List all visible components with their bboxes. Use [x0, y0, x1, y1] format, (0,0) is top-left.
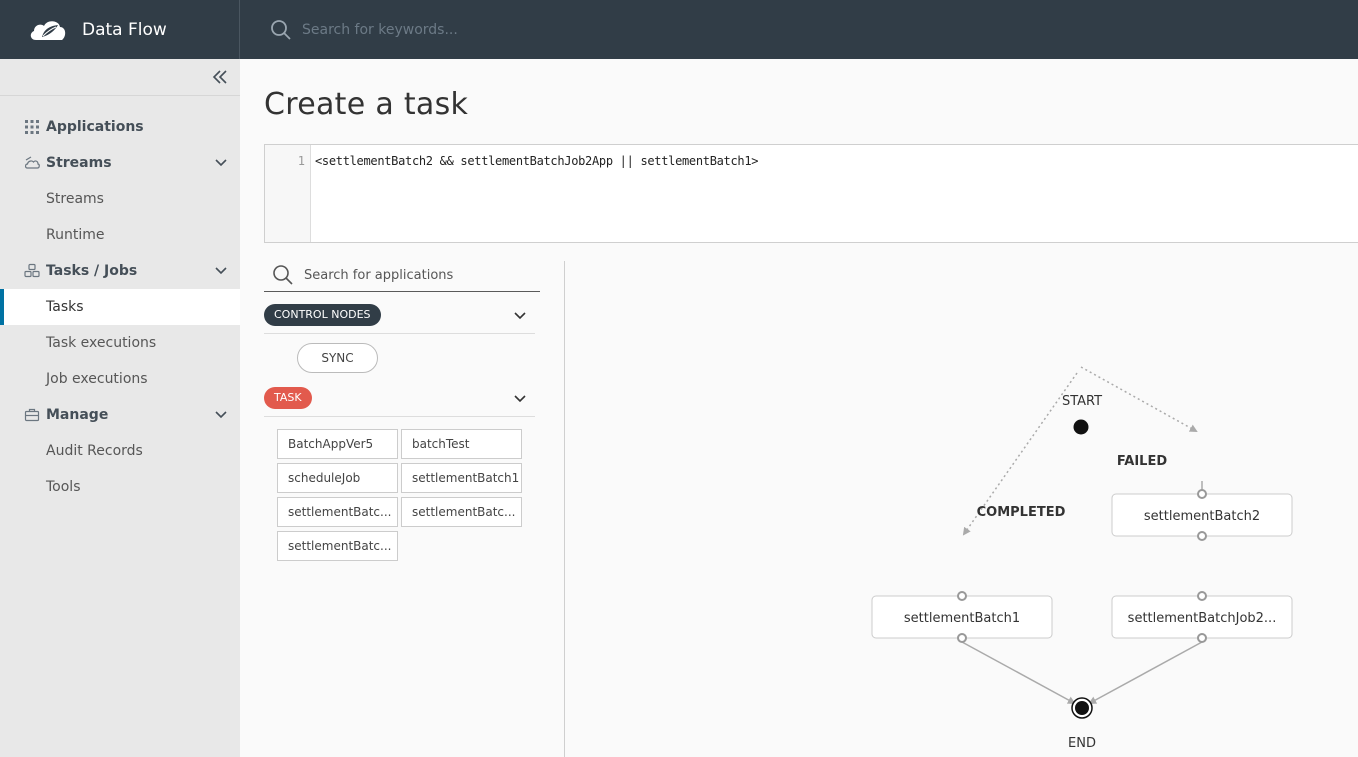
sidebar-group-label: Manage	[46, 407, 109, 423]
streams-icon	[24, 156, 40, 169]
task-node[interactable]: scheduleJob	[277, 463, 398, 493]
sidebar-group-label: Streams	[46, 155, 112, 171]
global-search[interactable]	[240, 0, 702, 59]
top-header: Data Flow	[0, 0, 1358, 59]
search-icon	[271, 19, 291, 40]
task-node[interactable]: settlementBatc...	[277, 531, 398, 561]
task-node[interactable]: settlementBatch1	[401, 463, 522, 493]
end-node[interactable]	[1071, 697, 1093, 719]
task-node[interactable]: settlementBatc...	[401, 497, 522, 527]
palette-search-input[interactable]	[304, 267, 524, 283]
sidebar-item-streams[interactable]: Streams	[0, 181, 240, 217]
sync-node[interactable]: SYNC	[297, 343, 378, 373]
chevron-down-icon[interactable]	[513, 393, 527, 405]
completed-label: COMPLETED	[977, 505, 1066, 520]
sidebar-group-label: Applications	[46, 119, 144, 135]
chevron-down-icon	[215, 267, 227, 275]
palette-search[interactable]	[264, 259, 540, 292]
briefcase-icon	[24, 408, 40, 422]
app-palette: CONTROL NODES SYNC TASK BatchAppVer5 bat…	[264, 259, 540, 757]
graph-node-settlementbatchjob2[interactable]: settlementBatchJob2...	[1111, 591, 1293, 643]
edge-batch1-to-end	[961, 641, 1076, 704]
graph-node-label: settlementBatch2	[1144, 509, 1260, 524]
task-node[interactable]: BatchAppVer5	[277, 429, 398, 459]
control-nodes-badge: CONTROL NODES	[264, 304, 381, 326]
failed-label: FAILED	[1117, 454, 1167, 469]
task-section[interactable]: TASK	[264, 387, 535, 417]
start-label: START	[1062, 394, 1102, 409]
end-label: END	[1068, 736, 1096, 751]
graph-node-label: settlementBatch1	[904, 611, 1020, 626]
search-icon	[273, 265, 293, 285]
dsl-code[interactable]: <settlementBatch2 && settlementBatchJob2…	[311, 145, 758, 242]
sidebar-item-tasks[interactable]: Tasks	[0, 289, 240, 325]
graph-node-settlementbatch1[interactable]: settlementBatch1	[871, 591, 1053, 643]
chevron-down-icon[interactable]	[513, 310, 527, 322]
graph-node-settlementbatch2[interactable]: settlementBatch2	[1111, 489, 1293, 541]
sidebar-group-tasks-jobs[interactable]: Tasks / Jobs	[0, 253, 240, 289]
flow-graph: START FAILED COMPLETED settlementBatch2 …	[871, 366, 1293, 751]
sidebar-item-audit-records[interactable]: Audit Records	[0, 433, 240, 469]
task-node[interactable]: settlementBatc...	[277, 497, 398, 527]
sidebar-nav: Applications Streams Streams Runtime Tas…	[0, 96, 240, 505]
sidebar: Applications Streams Streams Runtime Tas…	[0, 59, 240, 757]
app-title: Data Flow	[82, 19, 167, 40]
grid-icon	[25, 120, 39, 134]
sidebar-group-streams[interactable]: Streams	[0, 145, 240, 181]
line-number: 1	[265, 145, 311, 242]
task-badge: TASK	[264, 387, 312, 409]
main-content: Create a task 1 <settlementBatch2 && set…	[240, 59, 1358, 757]
sidebar-group-manage[interactable]: Manage	[0, 397, 240, 433]
tasks-icon	[24, 263, 40, 278]
global-search-input[interactable]	[302, 21, 702, 38]
sidebar-item-tools[interactable]: Tools	[0, 469, 240, 505]
dsl-editor[interactable]: 1 <settlementBatch2 && settlementBatchJo…	[264, 144, 1358, 243]
task-node[interactable]: batchTest	[401, 429, 522, 459]
sidebar-item-job-executions[interactable]: Job executions	[0, 361, 240, 397]
collapse-sidebar-icon[interactable]	[210, 67, 230, 87]
page-title: Create a task	[264, 87, 469, 122]
edge-job2-to-end	[1088, 641, 1203, 704]
sidebar-group-label: Tasks / Jobs	[46, 263, 138, 279]
graph-node-label: settlementBatchJob2...	[1128, 611, 1277, 626]
chevron-down-icon	[215, 159, 227, 167]
leaf-cloud-icon	[30, 20, 66, 40]
sidebar-item-runtime[interactable]: Runtime	[0, 217, 240, 253]
sidebar-collapse-row	[0, 59, 240, 96]
sidebar-group-applications[interactable]: Applications	[0, 109, 240, 145]
control-nodes-section[interactable]: CONTROL NODES	[264, 304, 535, 334]
chevron-down-icon	[215, 411, 227, 419]
start-node[interactable]	[1073, 419, 1089, 435]
sidebar-item-task-executions[interactable]: Task executions	[0, 325, 240, 361]
flow-canvas[interactable]: START FAILED COMPLETED settlementBatch2 …	[565, 261, 1358, 757]
app-logo[interactable]: Data Flow	[0, 0, 240, 59]
